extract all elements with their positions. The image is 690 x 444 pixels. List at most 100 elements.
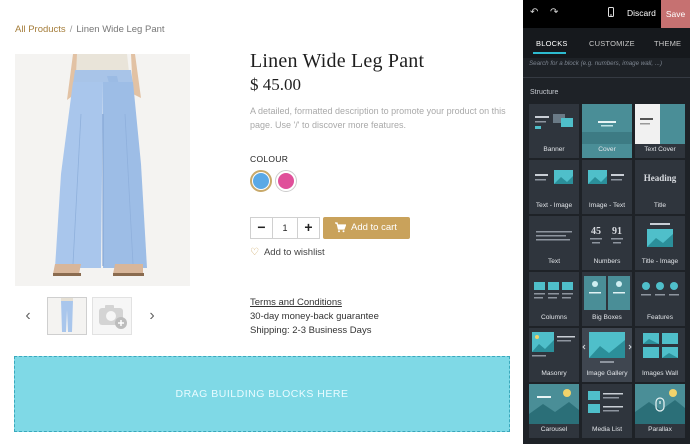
block-cover[interactable]: Cover <box>582 104 632 158</box>
numbers-thumbnail: 45 91 <box>582 216 632 256</box>
redo-icon[interactable]: ↷ <box>550 7 558 18</box>
parallax-thumbnail <box>635 384 685 424</box>
thumbnail-prev-arrow[interactable]: ‹ <box>17 305 39 327</box>
block-label: Numbers <box>593 258 621 265</box>
breadcrumb-current: Linen Wide Leg Pant <box>76 24 165 35</box>
block-label: Carousel <box>540 426 568 433</box>
block-images-wall[interactable]: Images Wall <box>635 328 685 382</box>
product-price: $ 45.00 <box>250 75 301 94</box>
colour-swatch-blue[interactable] <box>250 170 272 192</box>
block-features[interactable]: Features <box>635 272 685 326</box>
editor-panel: ↶ ↷ Discard Save BLOCKS CUSTOMIZE THEME … <box>523 0 690 444</box>
heart-icon: ♡ <box>250 247 259 258</box>
image-thumbnails: ‹ › <box>15 297 190 337</box>
numbers-thumb-2: 91 <box>612 226 622 237</box>
editor-topbar: ↶ ↷ Discard Save <box>523 0 690 28</box>
thumbnail-next-arrow[interactable]: › <box>141 305 163 327</box>
block-numbers[interactable]: 45 91 Numbers <box>582 216 632 270</box>
quantity-input[interactable] <box>273 218 297 238</box>
text-image-thumbnail <box>529 160 579 200</box>
block-label: Cover <box>598 146 616 153</box>
discard-button[interactable]: Discard <box>627 8 656 18</box>
block-text-image[interactable]: Text - Image <box>529 160 579 214</box>
colour-dot-blue <box>253 173 269 189</box>
tab-theme[interactable]: THEME <box>654 39 681 48</box>
banner-thumbnail <box>529 104 579 144</box>
quantity-minus-button[interactable]: − <box>251 218 273 238</box>
product-title: Linen Wide Leg Pant <box>250 50 425 72</box>
block-text-cover[interactable]: Text Cover <box>635 104 685 158</box>
breadcrumb-separator: / <box>69 24 73 35</box>
product-page: All Products / Linen Wide Leg Pant ‹ › L… <box>0 0 523 444</box>
product-image-illustration <box>15 54 190 286</box>
active-tab-indicator <box>533 52 566 54</box>
block-label: Media List <box>591 426 623 433</box>
masonry-thumbnail <box>529 328 579 368</box>
thumbnail-add-image[interactable] <box>92 297 132 335</box>
block-banner[interactable]: Banner <box>529 104 579 158</box>
tab-customize[interactable]: CUSTOMIZE <box>589 39 635 48</box>
add-to-wishlist-link[interactable]: ♡ Add to wishlist <box>250 247 325 258</box>
cover-thumbnail <box>582 104 632 144</box>
columns-thumbnail <box>529 272 579 312</box>
breadcrumb-all-products-link[interactable]: All Products <box>15 24 66 35</box>
block-label: Banner <box>543 146 565 153</box>
add-to-cart-label: Add to cart <box>351 222 397 233</box>
block-image-text[interactable]: Image - Text <box>582 160 632 214</box>
features-thumbnail <box>635 272 685 312</box>
block-label: Parallax <box>648 426 672 433</box>
block-label: Big Boxes <box>592 314 622 321</box>
guarantee-text: 30-day money-back guarantee <box>250 311 379 322</box>
image-text-thumbnail <box>582 160 632 200</box>
block-image-gallery[interactable]: Image Gallery <box>582 328 632 382</box>
block-title[interactable]: Heading Title <box>635 160 685 214</box>
block-parallax[interactable]: Parallax <box>635 384 685 438</box>
block-label: Text - Image <box>535 202 573 209</box>
block-label: Title - Image <box>641 258 679 265</box>
editor-tabs: BLOCKS CUSTOMIZE THEME <box>523 28 690 58</box>
media-list-thumbnail <box>582 384 632 424</box>
thumbnail-product-photo[interactable] <box>47 297 87 335</box>
drop-zone[interactable]: DRAG BUILDING BLOCKS HERE <box>14 356 510 432</box>
block-masonry[interactable]: Masonry <box>529 328 579 382</box>
cart-icon <box>335 222 346 233</box>
image-gallery-thumbnail <box>582 328 632 368</box>
quantity-plus-button[interactable]: + <box>297 218 319 238</box>
wishlist-label: Add to wishlist <box>263 247 325 258</box>
colour-swatch-pink[interactable] <box>275 170 297 192</box>
undo-icon[interactable]: ↶ <box>530 7 538 18</box>
colour-label: COLOUR <box>250 154 289 164</box>
save-button[interactable]: Save <box>661 0 690 28</box>
block-media-list[interactable]: Media List <box>582 384 632 438</box>
images-wall-thumbnail <box>635 328 685 368</box>
block-search-input[interactable]: Search for a block (e.g. numbers, image … <box>529 60 685 74</box>
section-title: Structure <box>530 89 559 96</box>
block-label: Masonry <box>541 370 567 377</box>
product-description[interactable]: A detailed, formatted description to pro… <box>250 104 512 132</box>
tab-blocks[interactable]: BLOCKS <box>536 39 568 48</box>
colour-dot-pink <box>278 173 294 189</box>
carousel-thumbnail <box>529 384 579 424</box>
thumbnail-pants-image <box>48 298 86 334</box>
block-text[interactable]: Text <box>529 216 579 270</box>
block-columns[interactable]: Columns <box>529 272 579 326</box>
add-to-cart-button[interactable]: Add to cart <box>323 217 410 239</box>
text-cover-thumbnail <box>635 104 685 144</box>
block-title-image[interactable]: Title - Image <box>635 216 685 270</box>
title-thumbnail: Heading <box>635 160 685 200</box>
quantity-stepper: − + <box>250 217 320 239</box>
block-big-boxes[interactable]: Big Boxes <box>582 272 632 326</box>
title-image-thumbnail <box>635 216 685 256</box>
block-label: Columns <box>540 314 568 321</box>
search-divider <box>523 77 690 78</box>
block-label: Text Cover <box>644 146 676 153</box>
terms-link[interactable]: Terms and Conditions <box>250 297 342 308</box>
mobile-preview-icon[interactable] <box>608 7 614 20</box>
block-label: Image Gallery <box>586 370 628 377</box>
big-boxes-thumbnail <box>582 272 632 312</box>
block-carousel[interactable]: Carousel <box>529 384 579 438</box>
block-label: Features <box>646 314 674 321</box>
text-thumbnail <box>529 216 579 256</box>
product-image[interactable] <box>15 54 190 286</box>
shipping-text: Shipping: 2-3 Business Days <box>250 325 372 336</box>
